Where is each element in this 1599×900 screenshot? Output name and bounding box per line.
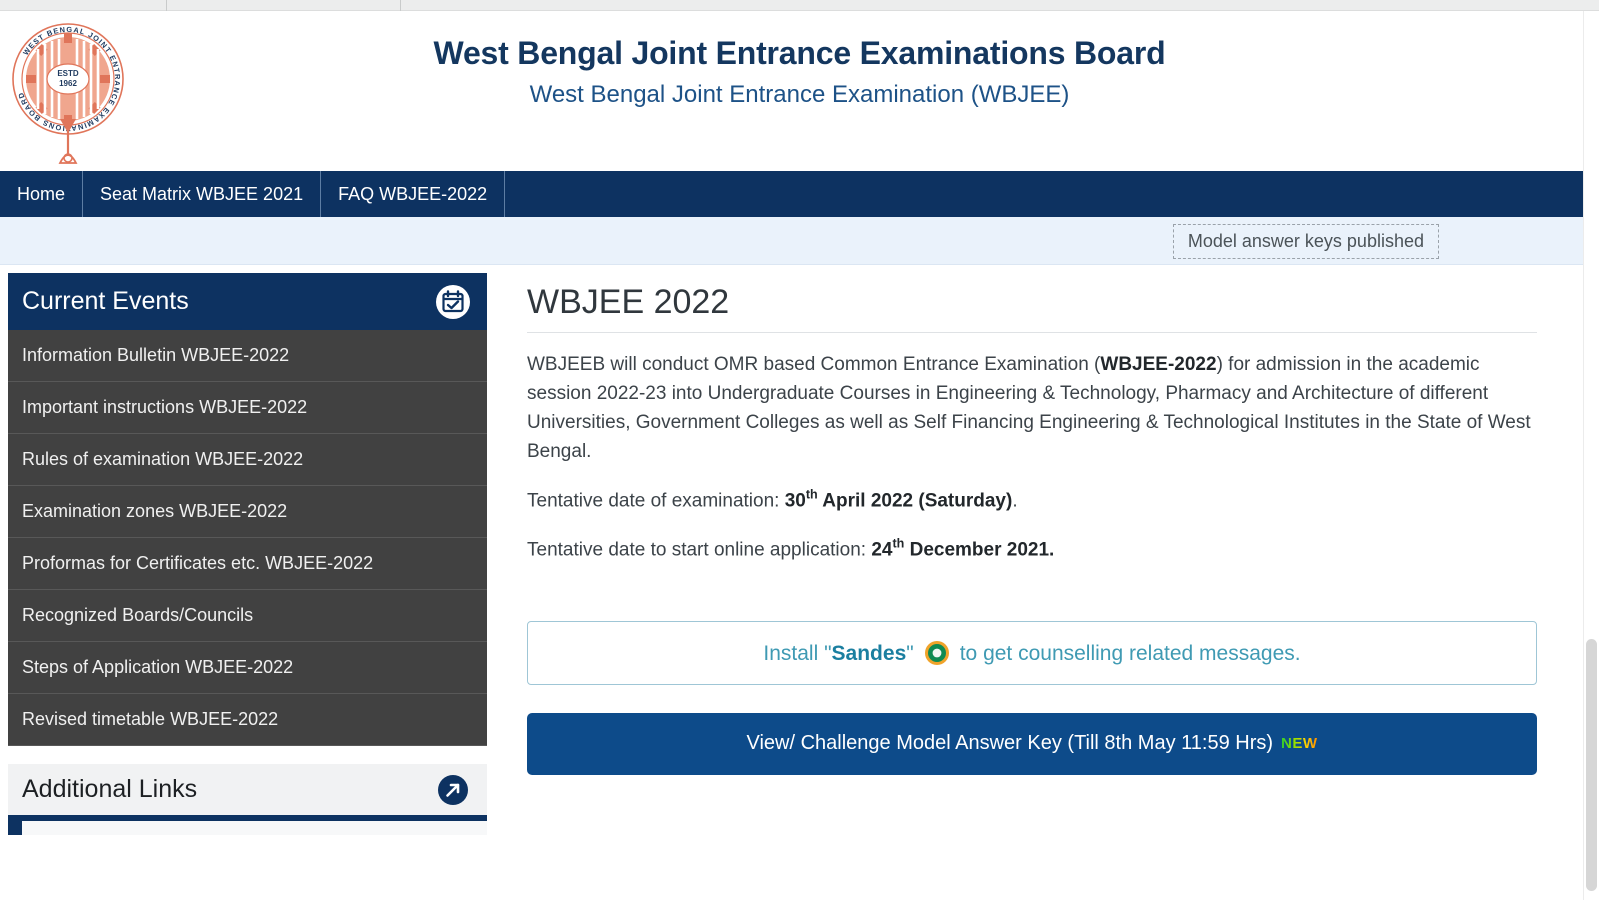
application-date-label: Tentative date to start online applicati… — [527, 539, 872, 561]
list-item[interactable]: Examination zones WBJEE-2022 — [8, 486, 487, 538]
current-events-list: Information Bulletin WBJEE-2022 Importan… — [8, 330, 487, 746]
site-header: ESTD 1962 WEST BENGAL JOINT ENTRANCE EXA… — [0, 11, 1599, 171]
site-title: West Bengal Joint Entrance Examinations … — [433, 35, 1166, 71]
application-date-paragraph: Tentative date to start online applicati… — [527, 535, 1537, 565]
list-item[interactable]: Steps of Application WBJEE-2022 — [8, 642, 487, 694]
additional-links-list-stub — [8, 821, 487, 835]
browser-tab-strip — [0, 0, 1599, 11]
main-column: WBJEE 2022 WBJEEB will conduct OMR based… — [495, 265, 1599, 889]
main-navigation: Home Seat Matrix WBJEE 2021 FAQ WBJEE-20… — [0, 171, 1599, 217]
sandes-app-icon — [924, 640, 949, 665]
view-challenge-answer-key-button[interactable]: View/ Challenge Model Answer Key (Till 8… — [527, 712, 1537, 775]
wbjeeb-logo[interactable]: ESTD 1962 WEST BENGAL JOINT ENTRANCE EXA… — [8, 13, 128, 168]
current-events-header: Current Events — [8, 273, 487, 330]
svg-text:ESTD: ESTD — [57, 69, 79, 78]
intro-text-part1: WBJEEB will conduct OMR based Common Ent… — [527, 354, 1101, 375]
current-events-panel: Current Events Information Bulletin WBJE… — [8, 273, 487, 746]
tab-separator — [166, 0, 167, 11]
intro-bold-term: WBJEE-2022 — [1100, 354, 1217, 375]
sandes-brand: Sandes — [831, 641, 907, 665]
sandes-install-banner[interactable]: Install "Sandes" to get counselling relat… — [527, 620, 1537, 685]
page-title: WBJEE 2022 — [527, 283, 1537, 333]
nav-item-faq[interactable]: FAQ WBJEE-2022 — [321, 171, 506, 217]
notice-band: Model answer keys published — [0, 217, 1599, 265]
list-item[interactable]: Recognized Boards/Councils — [8, 590, 487, 642]
page-root: ESTD 1962 WEST BENGAL JOINT ENTRANCE EXA… — [0, 11, 1599, 900]
tab-separator — [400, 0, 401, 11]
nav-item-seat-matrix[interactable]: Seat Matrix WBJEE 2021 — [83, 171, 322, 217]
exam-date-paragraph: Tentative date of examination: 30th Apri… — [527, 486, 1537, 516]
list-item[interactable]: Revised timetable WBJEE-2022 — [8, 694, 487, 746]
svg-text:1962: 1962 — [59, 79, 77, 88]
sandes-suffix: to get counselling related messages. — [959, 641, 1301, 665]
nav-item-home[interactable]: Home — [0, 171, 84, 217]
application-date-day: 24 — [871, 539, 893, 561]
intro-paragraph: WBJEEB will conduct OMR based Common Ent… — [527, 351, 1537, 467]
exam-date-label: Tentative date of examination: — [527, 489, 785, 511]
current-events-title: Current Events — [22, 287, 189, 315]
left-sidebar: Current Events Information Bulletin WBJE… — [0, 265, 495, 889]
page-scrollbar-thumb[interactable] — [1586, 639, 1597, 891]
wbjeeb-logo-icon: ESTD 1962 WEST BENGAL JOINT ENTRANCE EXA… — [12, 23, 124, 164]
sandes-close-quote: " — [906, 641, 914, 665]
new-badge: NEW — [1281, 735, 1318, 753]
sandes-banner-text: Install "Sandes" to get counselling relat… — [763, 640, 1301, 666]
exam-date-period: . — [1012, 489, 1018, 511]
list-item[interactable]: Important instructions WBJEE-2022 — [8, 382, 487, 434]
additional-links-title: Additional Links — [22, 775, 198, 803]
page-scrollbar-track[interactable] — [1583, 11, 1599, 900]
external-link-arrow-icon[interactable] — [435, 772, 471, 808]
application-date-rest: December 2021. — [904, 539, 1055, 561]
calendar-check-icon[interactable] — [435, 284, 471, 320]
additional-links-header: Additional Links — [8, 764, 487, 821]
site-subtitle: West Bengal Joint Entrance Examination (… — [529, 81, 1070, 108]
exam-date-rest: April 2022 (Saturday) — [817, 489, 1013, 511]
sandes-prefix: Install " — [763, 641, 832, 665]
additional-links-panel: Additional Links — [8, 764, 487, 835]
application-date-ordinal-suffix: th — [892, 536, 905, 551]
content-area: Current Events Information Bulletin WBJE… — [0, 265, 1599, 889]
list-item[interactable]: Rules of examination WBJEE-2022 — [8, 434, 487, 486]
exam-date-day: 30 — [784, 489, 806, 511]
list-item[interactable]: Proformas for Certificates etc. WBJEE-20… — [8, 538, 487, 590]
exam-date-ordinal-suffix: th — [805, 487, 818, 502]
header-title-block: West Bengal Joint Entrance Examinations … — [160, 33, 1439, 110]
list-item[interactable]: Information Bulletin WBJEE-2022 — [8, 330, 487, 382]
answer-key-button-label: View/ Challenge Model Answer Key (Till 8… — [746, 732, 1274, 755]
marquee-notice[interactable]: Model answer keys published — [1172, 224, 1439, 259]
